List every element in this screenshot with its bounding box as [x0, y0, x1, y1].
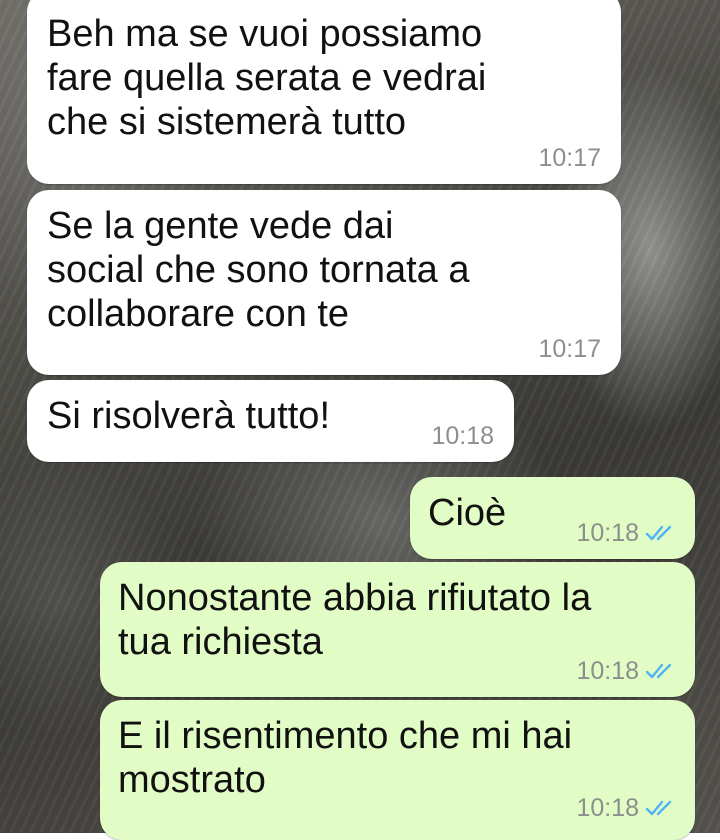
- message-bubble-incoming[interactable]: Si risolverà tutto! 10:18: [27, 380, 514, 462]
- message-meta: 10:18: [576, 519, 675, 547]
- message-meta: 10:18: [576, 657, 675, 685]
- message-text: Se la gente vede dai social che sono tor…: [47, 205, 470, 335]
- double-check-read-icon: [645, 525, 672, 541]
- double-check-read-icon: [645, 663, 672, 679]
- message-meta: 10:17: [538, 335, 601, 363]
- message-bubble-incoming[interactable]: Se la gente vede dai social che sono tor…: [27, 190, 621, 375]
- message-time: 10:18: [576, 657, 639, 685]
- message-meta: 10:18: [431, 422, 494, 450]
- message-bubble-incoming[interactable]: Beh ma se vuoi possiamo fare quella sera…: [27, 0, 621, 184]
- message-time: 10:17: [538, 335, 601, 363]
- message-text: E il risentimento che mi hai mostrato: [118, 715, 573, 801]
- message-bubble-outgoing[interactable]: Nonostante abbia rifiutato la tua richie…: [100, 562, 695, 697]
- message-time: 10:18: [576, 519, 639, 547]
- message-time: 10:18: [576, 794, 639, 822]
- message-time: 10:17: [538, 144, 601, 172]
- message-meta: 10:18: [576, 794, 675, 822]
- double-check-read-icon: [645, 800, 672, 816]
- message-meta: 10:17: [538, 144, 601, 172]
- message-text: Si risolverà tutto!: [47, 395, 330, 437]
- message-time: 10:18: [431, 422, 494, 450]
- message-text: Nonostante abbia rifiutato la tua richie…: [118, 577, 592, 663]
- message-text: Beh ma se vuoi possiamo fare quella sera…: [47, 13, 487, 143]
- message-bubble-outgoing[interactable]: E il risentimento che mi hai mostrato 10…: [100, 700, 695, 840]
- message-bubble-outgoing[interactable]: Cioè 10:18: [410, 477, 695, 559]
